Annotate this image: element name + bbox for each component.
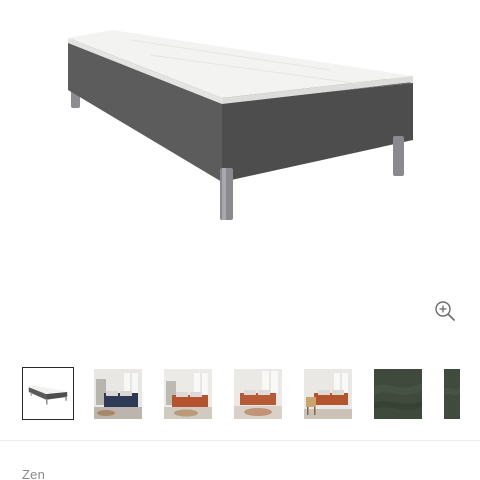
thumbnail-room-image [234,369,282,419]
bed-illustration [68,30,413,220]
main-product-image[interactable] [0,0,480,330]
thumbnail-strip [0,362,480,422]
thumbnail-4[interactable] [234,369,282,419]
thumbnail-fabric-swatch [374,369,422,419]
thumbnail-bed-image [23,368,73,419]
thumbnail-room-image [304,369,352,419]
thumbnail-5[interactable] [304,369,352,419]
section-divider [0,440,480,441]
thumbnail-2[interactable] [94,369,142,419]
thumbnail-3[interactable] [164,369,212,419]
product-gallery [0,0,480,440]
thumbnail-7[interactable] [444,369,460,419]
thumbnail-room-image [164,369,212,419]
thumbnail-1[interactable] [22,367,74,420]
zoom-in-icon [435,301,455,321]
zoom-button[interactable] [432,298,458,324]
product-name: Zen [22,467,46,480]
thumbnail-fabric-swatch [444,369,460,419]
thumbnail-room-image [94,369,142,419]
thumbnail-6[interactable] [374,369,422,419]
